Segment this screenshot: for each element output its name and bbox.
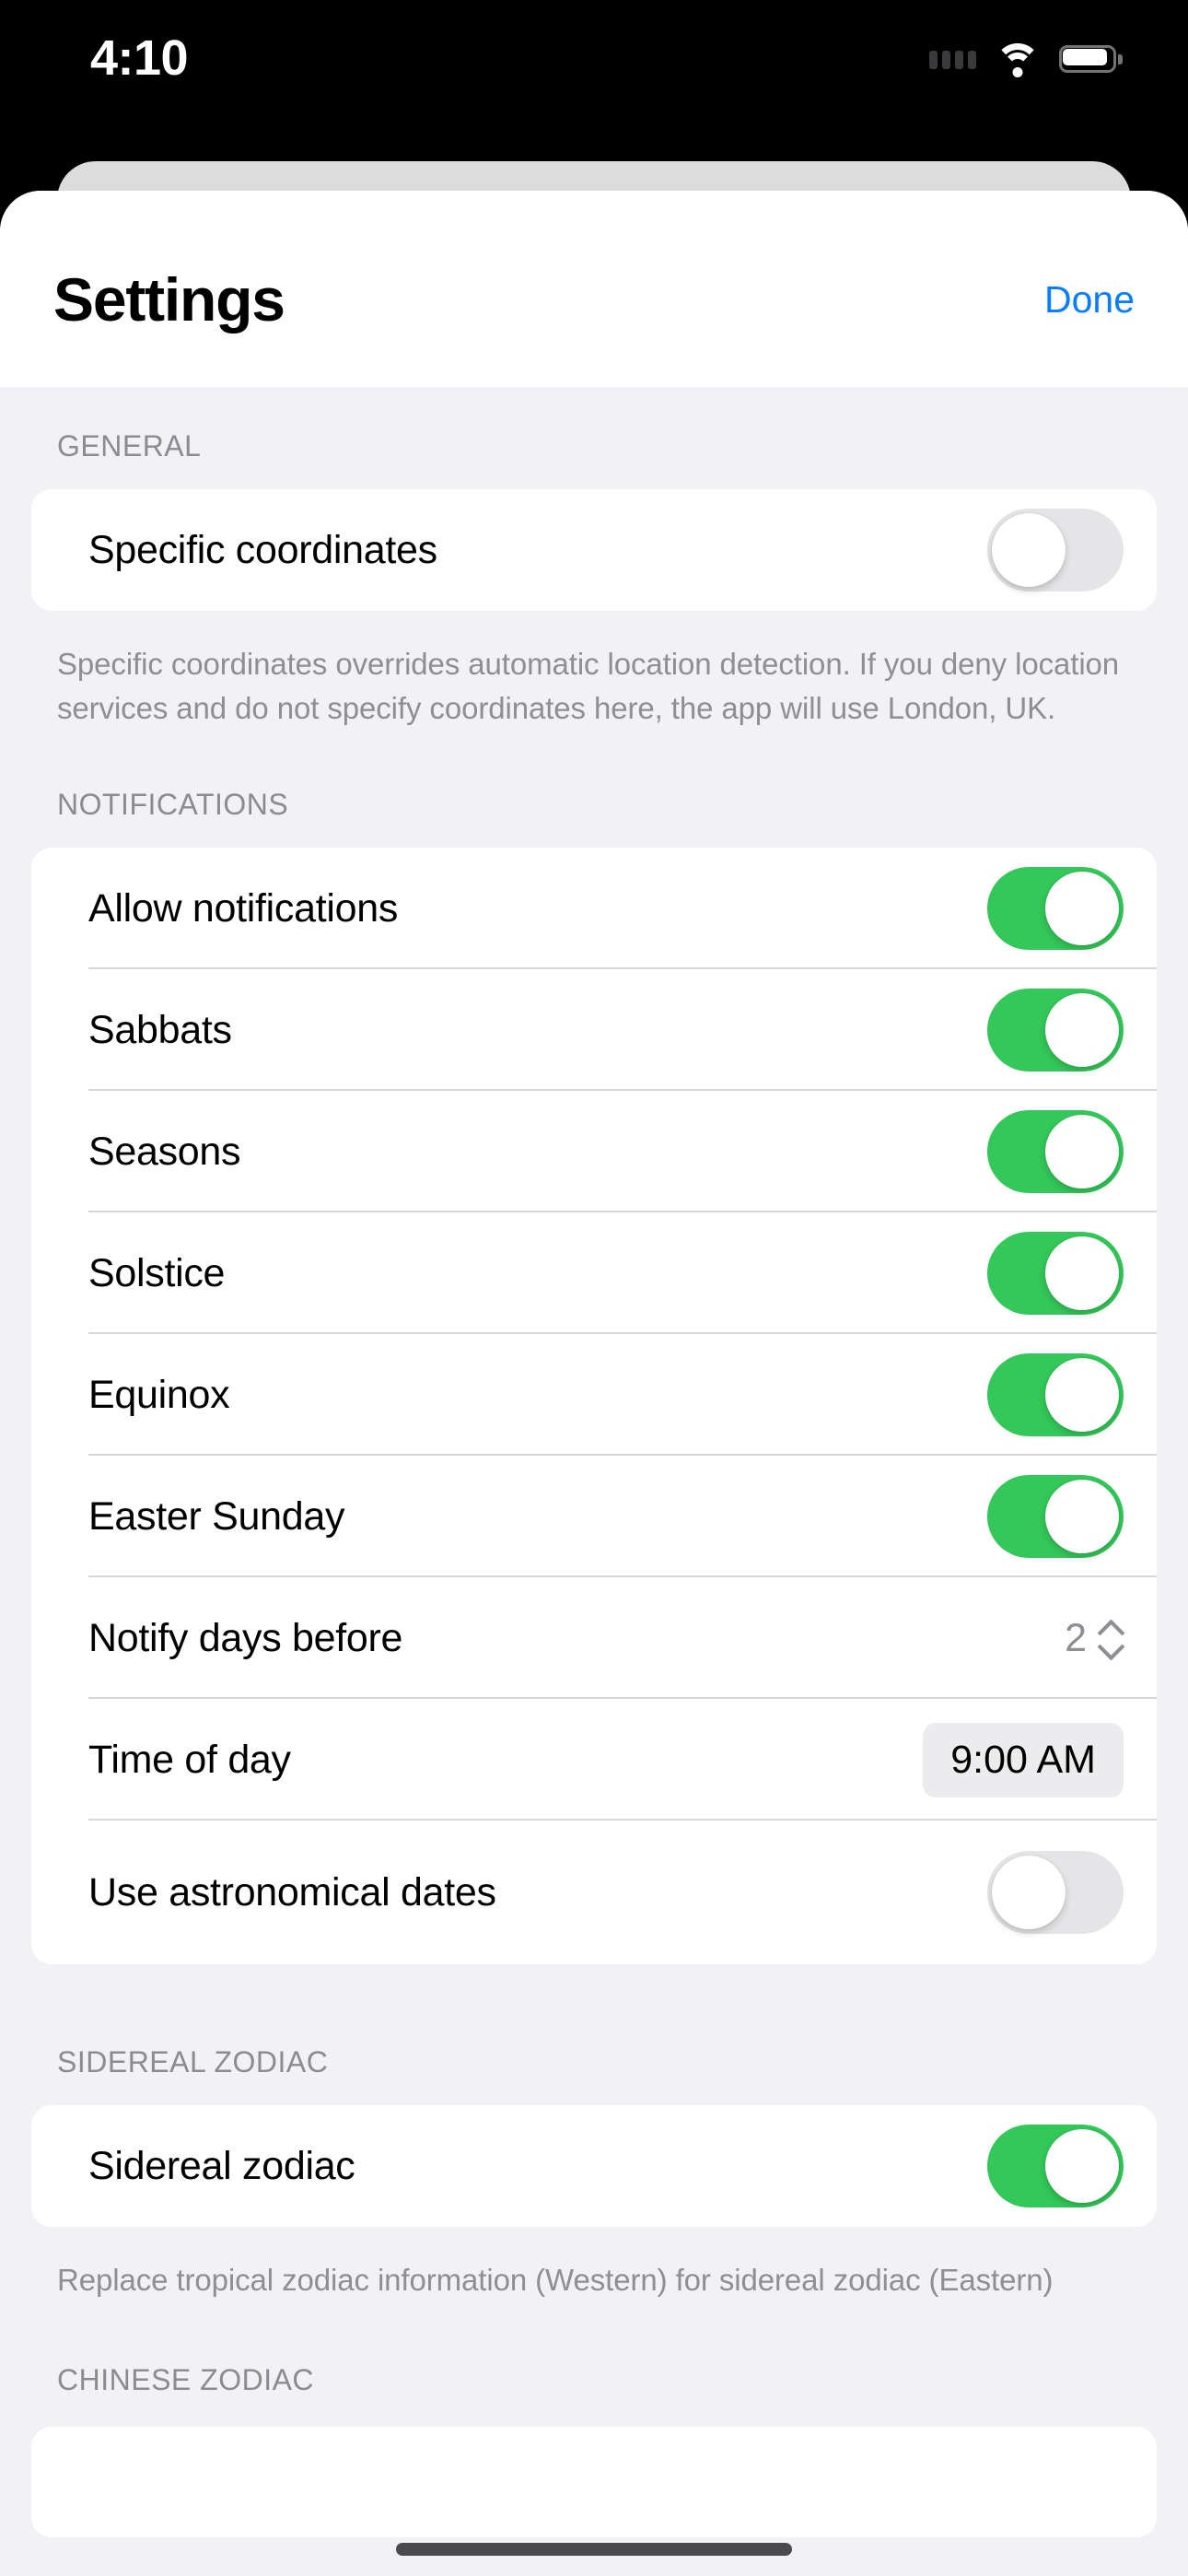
toggle-solstice[interactable] [987,1232,1124,1315]
toggle-easter-sunday[interactable] [987,1475,1124,1558]
row-sidereal-zodiac[interactable]: Sidereal zodiac [31,2105,1157,2227]
section-header-notifications: NOTIFICATIONS [57,788,289,821]
cellular-dots-icon [929,49,976,69]
toggle-use-astronomical-dates[interactable] [987,1851,1124,1934]
chevron-up-down-icon[interactable] [1100,1622,1124,1655]
done-button[interactable]: Done [1044,278,1135,322]
time-picker-value[interactable]: 9:00 AM [923,1722,1124,1797]
toggle-specific-coordinates[interactable] [987,509,1124,591]
page-title: Settings [53,264,285,334]
row-specific-coordinates[interactable]: Specific coordinates [31,489,1157,611]
row-label: Equinox [88,1373,230,1417]
settings-sheet: Settings Done GENERAL Specific coordinat… [0,191,1188,2576]
row-time-of-day[interactable]: Time of day 9:00 AM [31,1699,1157,1821]
toggle-sabbats[interactable] [987,989,1124,1071]
section-card-chinese-zodiac [31,2427,1157,2537]
section-card-general: Specific coordinates [31,489,1157,611]
navigation-bar: Settings Done [0,191,1188,387]
row-label: Sidereal zodiac [88,2144,355,2188]
row-label: Allow notifications [88,886,399,931]
row-label: Seasons [88,1130,241,1174]
row-label: Easter Sunday [88,1494,345,1539]
row-notify-days-before[interactable]: Notify days before 2 [31,1577,1157,1699]
row-easter-sunday[interactable]: Easter Sunday [31,1456,1157,1577]
toggle-sidereal-zodiac[interactable] [987,2125,1124,2207]
row-label: Time of day [88,1738,291,1782]
row-label: Sabbats [88,1008,232,1052]
row-sabbats[interactable]: Sabbats [31,969,1157,1091]
section-header-sidereal-zodiac: SIDEREAL ZODIAC [57,2045,329,2078]
row-seasons[interactable]: Seasons [31,1091,1157,1212]
section-header-general: GENERAL [57,429,202,463]
row-use-astronomical-dates[interactable]: Use astronomical dates [31,1821,1157,1964]
row-equinox[interactable]: Equinox [31,1334,1157,1456]
section-header-chinese-zodiac: CHINESE ZODIAC [57,2363,315,2396]
battery-icon [1059,45,1123,73]
row-label: Notify days before [88,1616,403,1660]
toggle-equinox[interactable] [987,1353,1124,1436]
status-bar-indicators [929,33,1123,85]
toggle-allow-notifications[interactable] [987,867,1124,950]
section-card-sidereal-zodiac: Sidereal zodiac [31,2105,1157,2227]
row-label: Solstice [88,1251,226,1295]
section-footer-general: Specific coordinates overrides automatic… [57,647,1120,725]
wifi-icon [995,41,1041,77]
stepper-value: 2 [1065,1615,1087,1660]
row-label: Use astronomical dates [88,1870,496,1914]
toggle-seasons[interactable] [987,1110,1124,1193]
stepper-notify-days-before[interactable]: 2 [1065,1616,1124,1661]
row-solstice[interactable]: Solstice [31,1212,1157,1334]
status-bar-time: 4:10 [90,30,189,86]
section-footer-sidereal-zodiac: Replace tropical zodiac information (Wes… [57,2263,1054,2297]
row-label: Specific coordinates [88,528,437,572]
section-card-notifications: Allow notifications Sabbats Seasons Sols… [31,848,1157,1964]
status-bar: 4:10 [0,0,1188,161]
row-allow-notifications[interactable]: Allow notifications [31,848,1157,969]
home-indicator[interactable] [396,2543,792,2556]
settings-scroll-view[interactable]: GENERAL Specific coordinates Specific co… [0,387,1188,2576]
